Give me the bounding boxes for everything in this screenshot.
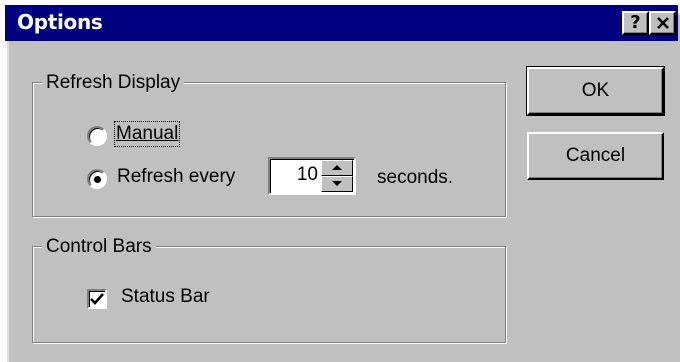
refresh-every-label[interactable]: Refresh every [117,166,235,188]
spin-down-arrow-icon [332,181,342,186]
close-icon [656,14,670,35]
ok-button[interactable]: OK [526,66,665,116]
help-icon: ? [630,12,641,33]
spin-up-button[interactable] [321,160,353,176]
manual-radio[interactable] [87,126,107,146]
window-title: Options [17,10,103,34]
checkmark-icon [90,293,104,305]
refresh-interval-value[interactable]: 10 [297,164,318,186]
cancel-button[interactable]: Cancel [527,132,664,180]
refresh-every-label-text: Refresh every [117,166,236,187]
help-button[interactable]: ? [622,11,649,35]
title-bar[interactable]: Options ? [5,5,678,41]
refresh-display-legend: Refresh Display [42,72,185,94]
spin-up-arrow-icon [332,165,342,170]
manual-label-text: Manual [116,123,179,144]
radio-selected-dot [94,176,101,183]
close-button[interactable] [649,11,676,35]
spin-down-button[interactable] [321,176,353,192]
refresh-interval-spinbox[interactable]: 10 [268,157,356,195]
status-bar-label[interactable]: Status Bar [121,286,210,308]
status-bar-label-text: Status Bar [121,286,210,307]
refresh-display-group [32,82,506,217]
control-bars-legend: Control Bars [42,236,156,258]
status-bar-checkbox[interactable] [87,289,107,309]
manual-label[interactable]: Manual [113,121,181,147]
refresh-every-radio[interactable] [87,169,107,189]
seconds-label: seconds. [377,167,454,188]
spin-buttons [321,160,353,192]
